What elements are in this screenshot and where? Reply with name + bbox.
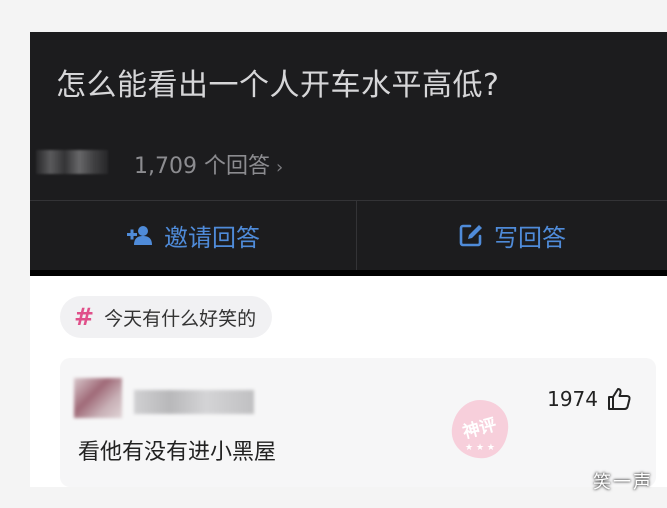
edit-icon — [458, 222, 484, 248]
topic-label: 今天有什么好笑的 — [104, 307, 257, 330]
invite-answer-label: 邀请回答 — [164, 223, 260, 252]
bottom-strip — [0, 487, 667, 508]
answer-count-link[interactable]: 1,709 个回答 › — [134, 148, 283, 180]
like-button[interactable]: 1974 — [547, 386, 632, 412]
thumbs-up-icon — [606, 386, 632, 412]
watermark: 笑一声 — [593, 472, 653, 493]
chevron-right-icon: › — [275, 157, 284, 178]
author-avatars-blurred — [36, 150, 108, 174]
answer-count-text: 1,709 个回答 — [134, 154, 270, 179]
svg-text:★ ★ ★: ★ ★ ★ — [465, 443, 495, 453]
like-count: 1974 — [547, 387, 598, 411]
invite-answer-button[interactable]: 邀请回答 — [30, 200, 356, 270]
commenter-name-blurred — [134, 390, 254, 414]
top-comment-card[interactable]: 神评 ★ ★ ★ 1974 看他有没有进小黑屋 — [60, 358, 656, 487]
question-header: 怎么能看出一个人开车水平高低? 1,709 个回答 › 邀请回答 写回答 — [30, 32, 667, 276]
write-answer-button[interactable]: 写回答 — [357, 200, 667, 270]
add-person-icon — [126, 223, 154, 247]
write-answer-label: 写回答 — [494, 223, 566, 252]
featured-comment-stamp: 神评 ★ ★ ★ — [444, 394, 516, 466]
top-strip — [0, 0, 667, 32]
answer-content: # 今天有什么好笑的 神评 ★ ★ ★ 1974 看他有没有进小黑屋 — [30, 276, 667, 487]
comment-text: 看他有没有进小黑屋 — [78, 440, 277, 465]
hashtag-icon: # — [74, 303, 95, 331]
topic-tag[interactable]: # 今天有什么好笑的 — [60, 296, 273, 338]
question-title: 怎么能看出一个人开车水平高低? — [56, 68, 500, 103]
commenter-avatar — [74, 378, 122, 418]
